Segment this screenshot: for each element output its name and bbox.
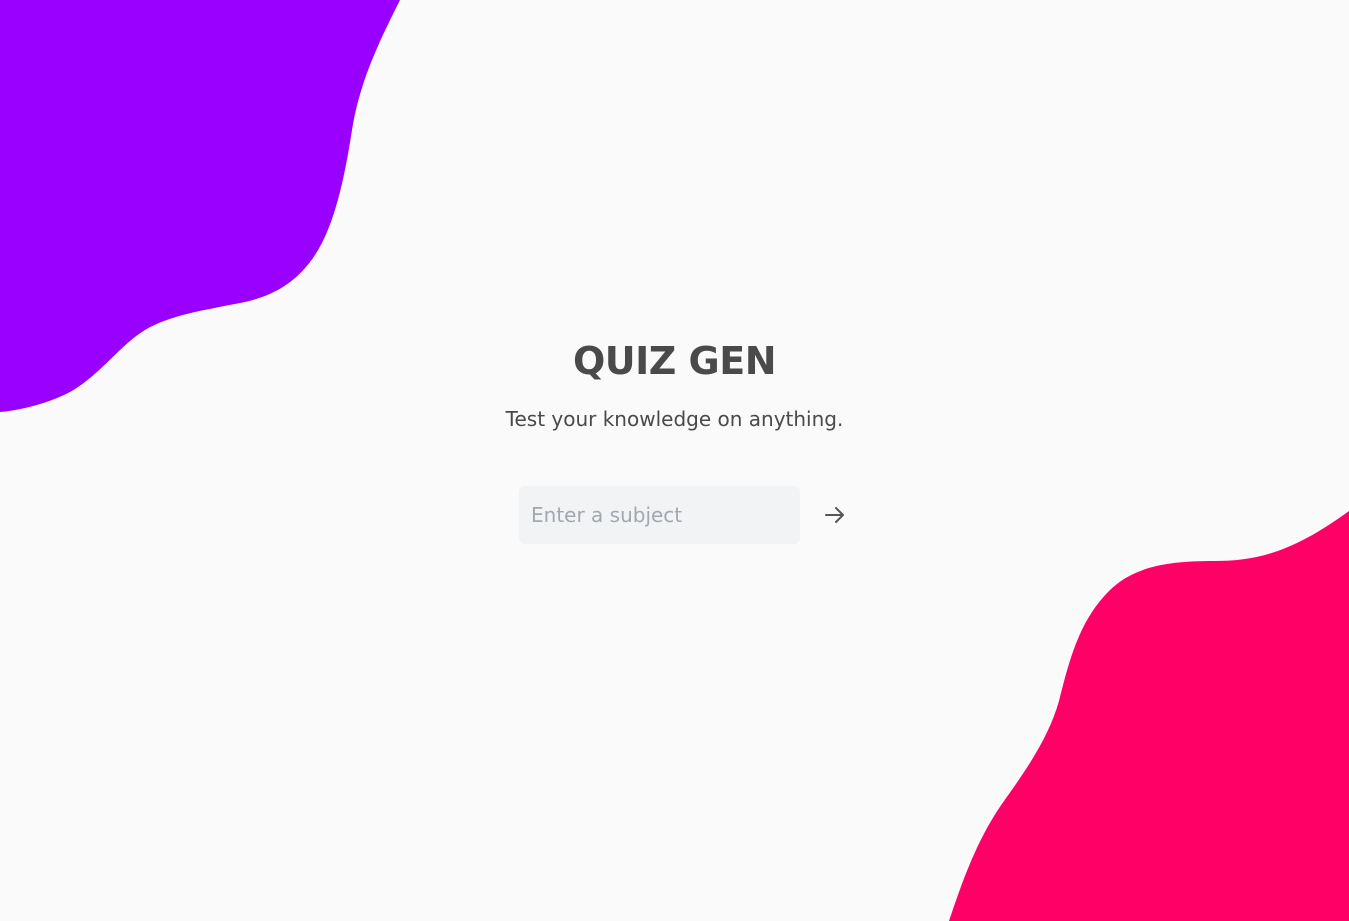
page-subtitle: Test your knowledge on anything. bbox=[505, 407, 844, 431]
page-title: QUIZ GEN bbox=[572, 339, 777, 383]
pink-blob-decoration bbox=[949, 511, 1349, 921]
hero-section: QUIZ GEN Test your knowledge on anything… bbox=[0, 338, 1349, 544]
pink-blob-shape bbox=[949, 511, 1349, 921]
submit-button[interactable] bbox=[818, 498, 852, 532]
arrow-right-icon bbox=[825, 507, 844, 523]
subject-form bbox=[519, 486, 852, 544]
landing-page: QUIZ GEN Test your knowledge on anything… bbox=[0, 0, 1349, 921]
subject-input[interactable] bbox=[519, 486, 800, 544]
